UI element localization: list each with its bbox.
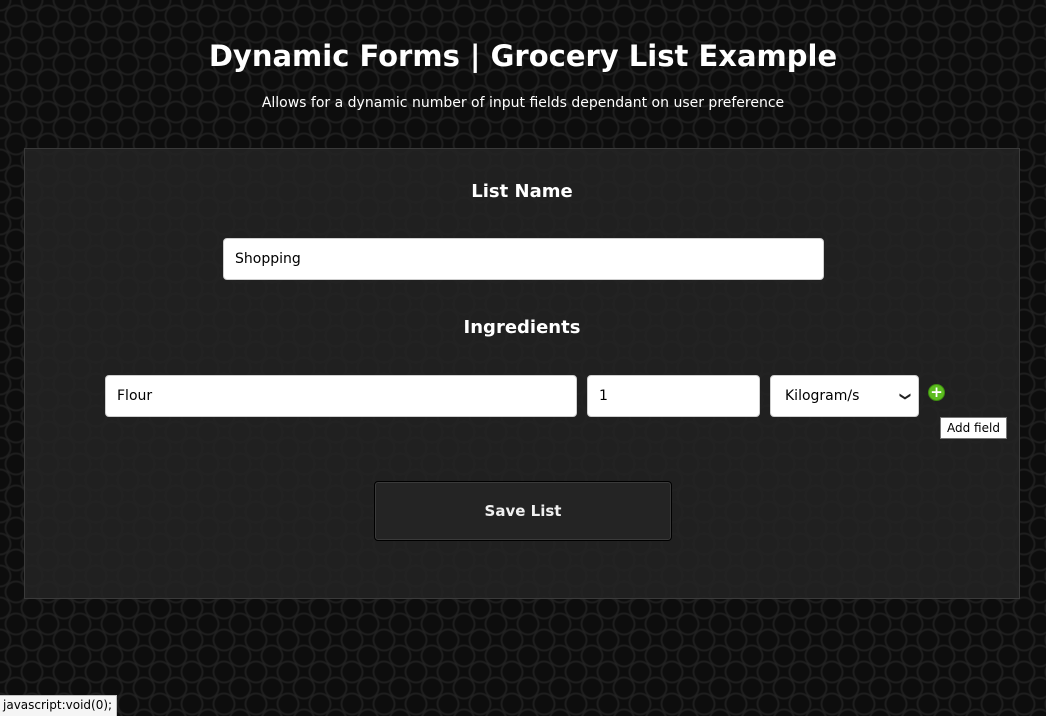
- add-field-button[interactable]: +: [928, 384, 945, 401]
- ingredients-heading: Ingredients: [463, 317, 581, 338]
- add-field-tooltip: Add field: [940, 417, 1007, 439]
- unit-select-value: Kilogram/s: [785, 388, 860, 404]
- chevron-down-icon: ❯: [898, 391, 912, 401]
- save-list-button[interactable]: Save List: [374, 481, 672, 541]
- list-name-input[interactable]: Shopping: [223, 238, 824, 280]
- ingredient-name-input[interactable]: Flour: [105, 375, 577, 417]
- grocery-form-panel: List Name Shopping Ingredients Flour 1 K…: [24, 148, 1020, 599]
- list-name-heading: List Name: [471, 181, 573, 202]
- unit-select[interactable]: Kilogram/s ❯: [770, 375, 919, 417]
- page-subtitle: Allows for a dynamic number of input fie…: [261, 95, 785, 111]
- plus-circle-icon: +: [930, 383, 943, 401]
- browser-status-bar: javascript:void(0);: [0, 695, 118, 716]
- page-title: Dynamic Forms | Grocery List Example: [208, 39, 838, 73]
- ingredient-quantity-input[interactable]: 1: [587, 375, 760, 417]
